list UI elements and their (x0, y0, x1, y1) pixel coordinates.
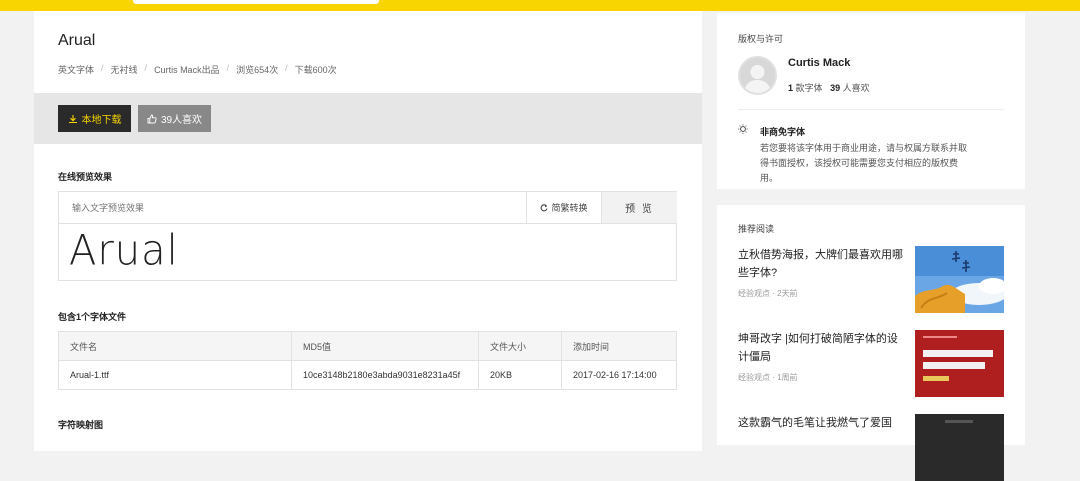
table-row: Arual-1.ttf 10ce3148b2180e3abda9031e8231… (58, 360, 677, 390)
column-header-filename: 文件名 (58, 331, 292, 361)
local-download-button[interactable]: 本地下载 (58, 105, 131, 132)
cell-filename: Arual-1.ttf (58, 360, 292, 390)
author-name[interactable]: Curtis Mack (788, 57, 850, 69)
article-thumbnail-autumn[interactable] (915, 246, 1004, 313)
article-title[interactable]: 立秋借势海报，大牌们最喜欢用哪些字体? (738, 246, 903, 282)
red-poster-image (915, 330, 1004, 397)
user-silhouette-icon (744, 65, 771, 93)
likes-unit: 人喜欢 (842, 83, 870, 93)
recommended-reading-card: 推荐阅读 立秋借势海报，大牌们最喜欢用哪些字体? 经验观点 · 2天前 坤哥改字… (717, 205, 1025, 481)
download-icon (68, 114, 77, 123)
font-title: Arual (58, 32, 96, 49)
font-count-unit: 款字体 (795, 83, 823, 93)
article-thumbnail-red-poster[interactable] (915, 330, 1004, 397)
article-item[interactable]: 立秋借势海报，大牌们最喜欢用哪些字体? 经验观点 · 2天前 (738, 246, 1004, 314)
meta-style[interactable]: 无衬线 (111, 63, 138, 76)
article-item[interactable]: 坤哥改字 |如何打破简陋字体的设计僵局 经验观点 · 1周前 (738, 330, 1004, 398)
dark-poster-image (915, 414, 1004, 481)
copyright-heading: 版权与许可 (738, 34, 784, 44)
article-title[interactable]: 这款霸气的毛笔让我燃气了爱国 (738, 414, 903, 432)
article-meta: 经验观点 · 1周前 (738, 373, 798, 382)
cell-md5: 10ce3148b2180e3abda9031e8231a45f (291, 360, 479, 390)
license-description: 若您要将该字体用于商业用途，请与权属方联系并取得书面授权，该授权可能需要您支付相… (760, 143, 968, 183)
preview-input-row: 简繁转换 预 览 (59, 192, 677, 224)
meta-views: 浏览654次 (236, 65, 279, 75)
meta-separator: / (101, 63, 104, 73)
simplified-traditional-convert-button[interactable]: 简繁转换 (526, 192, 601, 223)
column-header-md5: MD5值 (291, 331, 479, 361)
copyright-card: 版权与许可 Curtis Mack 1 款字体 39 人喜欢 非商免字体 若您要… (717, 13, 1025, 189)
font-detail-card: Arual 英文字体 / 无衬线 / Curtis Mack出品 / 浏览654次 / … (34, 11, 702, 451)
preview-button[interactable]: 预 览 (601, 192, 677, 223)
preview-panel: 简繁转换 预 览 Arual (58, 191, 677, 281)
refresh-icon (541, 203, 549, 211)
meta-separator: / (226, 63, 230, 73)
meta-category[interactable]: 英文字体 (58, 63, 94, 76)
thumbs-up-icon (147, 114, 157, 123)
cell-added-time: 2017-02-16 17:14:00 (561, 360, 677, 390)
search-box[interactable] (133, 0, 379, 4)
cell-size: 20KB (478, 360, 562, 390)
top-nav-bar (0, 0, 1080, 11)
font-preview-render: Arual (69, 226, 179, 276)
convert-label: 简繁转换 (551, 203, 588, 213)
table-header-row: 文件名 MD5值 文件大小 添加时间 (58, 331, 677, 361)
preview-text-input[interactable] (59, 192, 551, 223)
meta-separator: / (144, 63, 148, 73)
font-count: 1 (788, 83, 794, 93)
glyph-map-section-label: 字符映射图 (58, 420, 104, 430)
author-avatar[interactable] (738, 56, 777, 95)
license-title: 非商免字体 (760, 127, 806, 137)
like-label: 39人喜欢 (160, 115, 203, 126)
article-thumbnail-dark[interactable] (915, 414, 1004, 481)
author-stats: 1 款字体 39 人喜欢 (788, 81, 870, 94)
column-header-added-time: 添加时间 (561, 331, 677, 361)
recommend-heading: 推荐阅读 (738, 224, 775, 234)
article-meta: 经验观点 · 2天前 (738, 289, 798, 298)
divider (738, 109, 1004, 110)
lightbulb-icon (738, 124, 748, 134)
article-title[interactable]: 坤哥改字 |如何打破简陋字体的设计僵局 (738, 330, 903, 366)
like-button[interactable]: 39人喜欢 (138, 105, 211, 132)
column-header-size: 文件大小 (478, 331, 562, 361)
likes-count: 39 (830, 83, 841, 93)
font-files-table: 文件名 MD5值 文件大小 添加时间 Arual-1.ttf 10ce3148b… (58, 331, 677, 390)
meta-author[interactable]: Curtis Mack出品 (154, 63, 220, 76)
font-meta-breadcrumb: 英文字体 / 无衬线 / Curtis Mack出品 / 浏览654次 / 下载600次 (58, 63, 337, 76)
preview-section-label: 在线预览效果 (58, 172, 113, 182)
action-bar: 本地下载 39人喜欢 (34, 93, 702, 144)
download-label: 本地下载 (81, 115, 122, 126)
meta-separator: / (285, 63, 288, 73)
autumn-poster-image (915, 246, 1004, 313)
article-item[interactable]: 这款霸气的毛笔让我燃气了爱国 (738, 414, 1004, 481)
files-section-label: 包含1个字体文件 (58, 312, 127, 322)
meta-downloads: 下载600次 (294, 65, 337, 75)
